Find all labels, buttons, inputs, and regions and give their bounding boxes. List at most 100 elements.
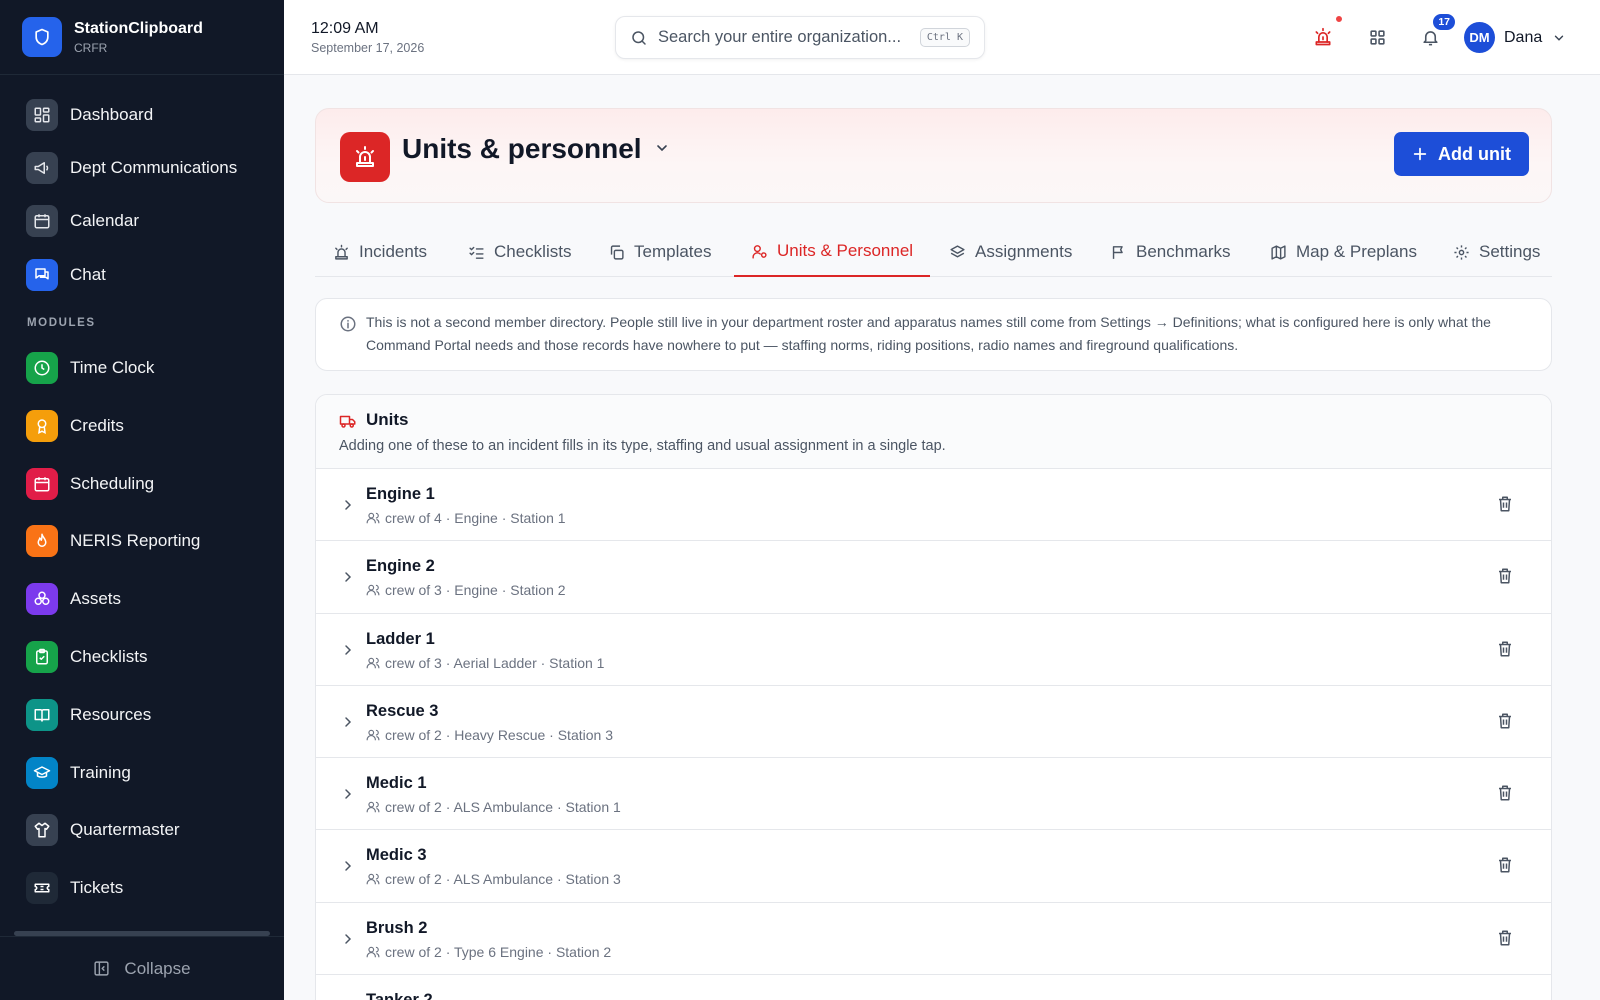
grid-icon [1368,28,1387,47]
tab-label: Map & Preplans [1296,242,1417,261]
megaphone-icon [26,151,58,184]
sidebar-item-scheduling[interactable]: Scheduling [0,455,284,513]
sidebar-item-label: Dept Communications [70,157,238,177]
search-bar[interactable]: Search your entire organization... Ctrl … [615,16,985,59]
sidebar-item-assets[interactable]: Assets [0,570,284,628]
sidebar-item-credits[interactable]: Credits [0,397,284,455]
layers-icon [949,244,966,261]
unit-meta-text: crew of 3 · Aerial Ladder · Station 1 [385,654,605,671]
chevron-down-icon [1552,31,1566,45]
sidebar-item-quartermaster[interactable]: Quartermaster [0,802,284,860]
unit-name: Engine 1 [366,485,435,503]
chevron-right-icon[interactable] [340,786,356,802]
sidebar-item-time-clock[interactable]: Time Clock [0,339,284,397]
tab-map-preplans[interactable]: Map & Preplans [1270,227,1417,277]
sidebar-item-label: Training [70,762,131,782]
list-item[interactable]: Medic 1 crew of 2 · ALS Ambulance · Stat… [316,758,1551,831]
list-item[interactable]: Engine 1 crew of 4 · Engine · Station 1 [316,469,1551,542]
sidebar-item-chat[interactable]: Chat [0,248,284,301]
units-title: Units [366,410,409,429]
clock-icon [26,352,58,385]
list-item[interactable]: Rescue 3 crew of 2 · Heavy Rescue · Stat… [316,686,1551,759]
sidebar-item-training[interactable]: Training [0,744,284,802]
current-time: 12:09 AM [311,20,379,37]
panel-left-close-icon [93,960,110,977]
trash-icon[interactable] [1496,784,1514,802]
apps-button[interactable] [1364,24,1390,50]
sidebar-item-tickets[interactable]: Tickets [0,859,284,917]
users-icon [366,583,380,597]
sidebar-item-dashboard[interactable]: Dashboard [0,88,284,141]
tab-benchmarks[interactable]: Benchmarks [1110,227,1230,277]
award-icon [26,409,58,442]
page-hero: Units & personnel Add unit [315,108,1552,203]
unit-name: Medic 3 [366,846,427,865]
units-panel: Units Adding one of these to an incident… [315,394,1552,1000]
trash-icon[interactable] [1496,567,1514,585]
sidebar-item-label: Dashboard [70,104,154,124]
copy-icon [608,244,625,261]
add-unit-label: Add unit [1438,143,1511,164]
info-icon [339,315,357,333]
info-callout: This is not a second member directory. P… [315,298,1552,371]
siren-icon [333,244,350,261]
unit-name: Tanker 2 [366,991,433,1000]
unit-meta-text: crew of 2 · ALS Ambulance · Station 1 [385,799,621,816]
tab-templates[interactable]: Templates [608,227,711,277]
trash-icon[interactable] [1496,712,1514,730]
tab-label: Templates [634,242,712,261]
users-icon [366,800,380,814]
list-item[interactable]: Brush 2 crew of 2 · Type 6 Engine · Stat… [316,903,1551,976]
sidebar: StationClipboard CRFR Dashboard Dept Com… [0,0,284,1000]
tab-units-personnel[interactable]: Units & Personnel [734,227,931,277]
add-unit-button[interactable]: Add unit [1394,132,1529,176]
chevron-right-icon[interactable] [340,931,356,947]
notifications-button[interactable]: 17 [1417,12,1457,50]
sidebar-item-calendar[interactable]: Calendar [0,195,284,248]
unit-name: Engine 2 [366,557,435,576]
users-icon [366,728,380,742]
current-date: September 17, 2026 [311,41,425,55]
trash-icon[interactable] [1496,495,1514,513]
trash-icon[interactable] [1496,856,1514,874]
shirt-icon [26,814,58,847]
unit-meta: crew of 4 · Engine · Station 1 [366,510,566,526]
unit-meta-text: crew of 3 · Engine · Station 2 [385,582,566,599]
chevron-right-icon[interactable] [340,858,356,874]
page-switcher-chevron-icon[interactable] [654,140,670,156]
tab-label: Benchmarks [1136,242,1231,261]
list-item[interactable]: Medic 3 crew of 2 · ALS Ambulance · Stat… [316,830,1551,903]
gear-icon [1453,244,1470,261]
trash-icon[interactable] [1496,929,1514,947]
chevron-right-icon[interactable] [340,642,356,658]
chevron-right-icon[interactable] [340,497,356,513]
flag-icon [1110,244,1127,261]
sidebar-item-resources[interactable]: Resources [0,686,284,744]
list-item[interactable]: Ladder 1 crew of 3 · Aerial Ladder · Sta… [316,614,1551,686]
shield-icon [22,17,62,57]
search-input[interactable]: Search your entire organization... [658,28,920,47]
sidebar-item-dept-communications[interactable]: Dept Communications [0,141,284,194]
chat-icon [26,258,58,291]
siren-icon [1313,27,1333,47]
tab-checklists[interactable]: Checklists [468,227,571,277]
users-icon [366,511,380,525]
incident-alert-button[interactable] [1310,14,1344,50]
sidebar-item-label: Scheduling [70,473,155,493]
chevron-right-icon[interactable] [340,714,356,730]
trash-icon[interactable] [1496,640,1514,658]
sidebar-item-neris-reporting[interactable]: NERIS Reporting [0,513,284,571]
collapse-button[interactable]: Collapse [0,936,284,1000]
chevron-right-icon[interactable] [340,569,356,585]
brand[interactable]: StationClipboard CRFR [0,0,284,75]
tab-assignments[interactable]: Assignments [949,227,1072,277]
list-item[interactable]: Engine 2 crew of 3 · Engine · Station 2 [316,541,1551,614]
sidebar-item-checklists[interactable]: Checklists [0,628,284,686]
list-item[interactable]: Tanker 2 [316,975,1551,1000]
user-menu[interactable]: DM Dana [1464,22,1566,53]
sidebar-item-label: Time Clock [70,358,155,378]
tab-incidents[interactable]: Incidents [333,227,427,277]
tab-settings[interactable]: Settings [1453,227,1540,277]
collapse-label: Collapse [124,958,191,978]
unit-meta-text: crew of 2 · ALS Ambulance · Station 3 [385,871,621,888]
